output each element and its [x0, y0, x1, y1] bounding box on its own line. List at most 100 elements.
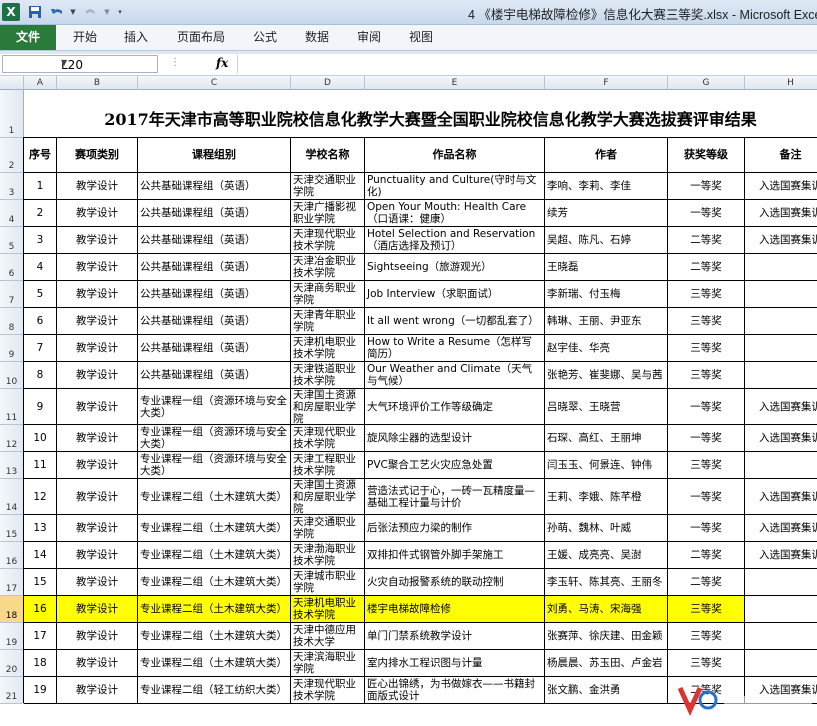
table-cell[interactable]: 专业课程二组（土木建筑大类）: [138, 569, 291, 596]
tab-file[interactable]: 文件: [0, 25, 56, 50]
table-cell[interactable]: 教学设计: [57, 623, 138, 650]
formula-bar-resize-handle[interactable]: ⋮: [170, 57, 180, 68]
table-cell[interactable]: 入选国赛集训: [745, 389, 817, 425]
table-cell[interactable]: Our Weather and Climate（天气与气候）: [365, 362, 545, 389]
table-cell[interactable]: 王晓磊: [545, 254, 668, 281]
insert-function-icon[interactable]: fx: [216, 56, 228, 70]
table-cell[interactable]: Punctuality and Culture(守时与文化): [365, 173, 545, 200]
table-cell[interactable]: 3: [24, 227, 57, 254]
table-cell[interactable]: 专业课程二组（土木建筑大类）: [138, 623, 291, 650]
table-cell[interactable]: 教学设计: [57, 479, 138, 515]
table-cell[interactable]: 王媛、成亮亮、吴澍: [545, 542, 668, 569]
table-cell[interactable]: 李玉轩、陈其亮、王丽冬: [545, 569, 668, 596]
table-cell[interactable]: 三等奖: [668, 281, 745, 308]
row-header[interactable]: 8: [0, 308, 24, 335]
table-cell[interactable]: 天津商务职业学院: [291, 281, 365, 308]
row-header[interactable]: 2: [0, 138, 24, 173]
row-header[interactable]: 14: [0, 479, 24, 515]
table-cell[interactable]: 三等奖: [668, 623, 745, 650]
name-box-dropdown-icon[interactable]: ▼: [61, 58, 154, 67]
table-cell[interactable]: 公共基础课程组（英语）: [138, 335, 291, 362]
table-cell[interactable]: 张文鹏、金洪勇: [545, 677, 668, 704]
tab-insert[interactable]: 插入: [124, 25, 148, 50]
undo-dropdown-icon[interactable]: ▼: [68, 3, 78, 21]
table-header-cell[interactable]: 备注: [745, 138, 817, 173]
table-cell[interactable]: 14: [24, 542, 57, 569]
column-header-e[interactable]: E: [365, 76, 545, 90]
table-cell[interactable]: 一等奖: [668, 479, 745, 515]
table-cell[interactable]: 三等奖: [668, 362, 745, 389]
row-header[interactable]: 3: [0, 173, 24, 200]
table-cell[interactable]: 三等奖: [668, 335, 745, 362]
table-cell[interactable]: 天津机电职业技术学院: [291, 335, 365, 362]
table-cell[interactable]: 17: [24, 623, 57, 650]
table-cell[interactable]: 教学设计: [57, 677, 138, 704]
table-cell[interactable]: 匠心出锦绣，为书做嫁衣——书籍封面版式设计: [365, 677, 545, 704]
row-header[interactable]: 12: [0, 425, 24, 452]
excel-icon[interactable]: X: [2, 3, 20, 21]
table-cell[interactable]: 入选国赛集训: [745, 515, 817, 542]
table-cell[interactable]: 韩琳、王丽、尹亚东: [545, 308, 668, 335]
table-cell[interactable]: 天津冶金职业技术学院: [291, 254, 365, 281]
select-all-corner[interactable]: [0, 76, 24, 90]
row-header[interactable]: 7: [0, 281, 24, 308]
table-cell[interactable]: 6: [24, 308, 57, 335]
table-cell[interactable]: 张赛萍、徐庆建、田金颖: [545, 623, 668, 650]
table-cell[interactable]: 专业课程一组（资源环境与安全大类）: [138, 452, 291, 479]
table-cell[interactable]: [745, 623, 817, 650]
table-cell[interactable]: [745, 650, 817, 677]
table-header-cell[interactable]: 赛项类别: [57, 138, 138, 173]
table-cell[interactable]: 天津国土资源和房屋职业学院: [291, 389, 365, 425]
table-cell[interactable]: 入选国赛集训: [745, 542, 817, 569]
table-cell[interactable]: 公共基础课程组（英语）: [138, 308, 291, 335]
table-cell[interactable]: 楼宇电梯故障检修: [365, 596, 545, 623]
table-cell[interactable]: 公共基础课程组（英语）: [138, 254, 291, 281]
table-cell[interactable]: 2: [24, 200, 57, 227]
table-cell[interactable]: 天津中德应用技术大学: [291, 623, 365, 650]
table-cell[interactable]: 1: [24, 173, 57, 200]
table-cell[interactable]: 教学设计: [57, 542, 138, 569]
table-header-cell[interactable]: 作者: [545, 138, 668, 173]
table-cell[interactable]: 入选国赛集训: [745, 173, 817, 200]
table-cell[interactable]: 天津国土资源和房屋职业学院: [291, 479, 365, 515]
table-cell[interactable]: [745, 281, 817, 308]
save-icon[interactable]: [26, 3, 44, 21]
table-cell[interactable]: 入选国赛集训: [745, 200, 817, 227]
tab-data[interactable]: 数据: [305, 25, 329, 50]
table-cell[interactable]: 教学设计: [57, 515, 138, 542]
table-cell[interactable]: [745, 569, 817, 596]
table-cell[interactable]: 专业课程一组（资源环境与安全大类）: [138, 425, 291, 452]
table-cell[interactable]: [745, 596, 817, 623]
table-cell[interactable]: 天津滨海职业学院: [291, 650, 365, 677]
table-header-cell[interactable]: 获奖等级: [668, 138, 745, 173]
table-cell[interactable]: 李响、李莉、李佳: [545, 173, 668, 200]
formula-input[interactable]: [237, 55, 816, 73]
table-cell[interactable]: 专业课程二组（轻工纺织大类）: [138, 677, 291, 704]
tab-page-layout[interactable]: 页面布局: [177, 25, 225, 50]
column-header-g[interactable]: G: [668, 76, 745, 90]
table-cell[interactable]: 天津广播影视职业学院: [291, 200, 365, 227]
column-header-c[interactable]: C: [138, 76, 291, 90]
table-cell[interactable]: 专业课程二组（土木建筑大类）: [138, 479, 291, 515]
table-cell[interactable]: 11: [24, 452, 57, 479]
table-cell[interactable]: 教学设计: [57, 362, 138, 389]
table-cell[interactable]: 公共基础课程组（英语）: [138, 200, 291, 227]
table-cell[interactable]: Hotel Selection and Reservation（酒店选择及预订）: [365, 227, 545, 254]
table-cell[interactable]: 三等奖: [668, 452, 745, 479]
table-cell[interactable]: 10: [24, 425, 57, 452]
row-header[interactable]: 21: [0, 677, 24, 704]
table-cell[interactable]: 火灾自动报警系统的联动控制: [365, 569, 545, 596]
tab-review[interactable]: 审阅: [357, 25, 381, 50]
table-cell[interactable]: 教学设计: [57, 200, 138, 227]
table-cell[interactable]: 教学设计: [57, 389, 138, 425]
table-cell[interactable]: 教学设计: [57, 173, 138, 200]
table-cell[interactable]: 天津青年职业学院: [291, 308, 365, 335]
table-cell[interactable]: 专业课程二组（土木建筑大类）: [138, 650, 291, 677]
row-header[interactable]: 17: [0, 569, 24, 596]
row-header[interactable]: 9: [0, 335, 24, 362]
table-cell[interactable]: 9: [24, 389, 57, 425]
table-cell[interactable]: 二等奖: [668, 227, 745, 254]
table-cell[interactable]: [745, 254, 817, 281]
table-cell[interactable]: 一等奖: [668, 173, 745, 200]
table-cell[interactable]: 公共基础课程组（英语）: [138, 362, 291, 389]
